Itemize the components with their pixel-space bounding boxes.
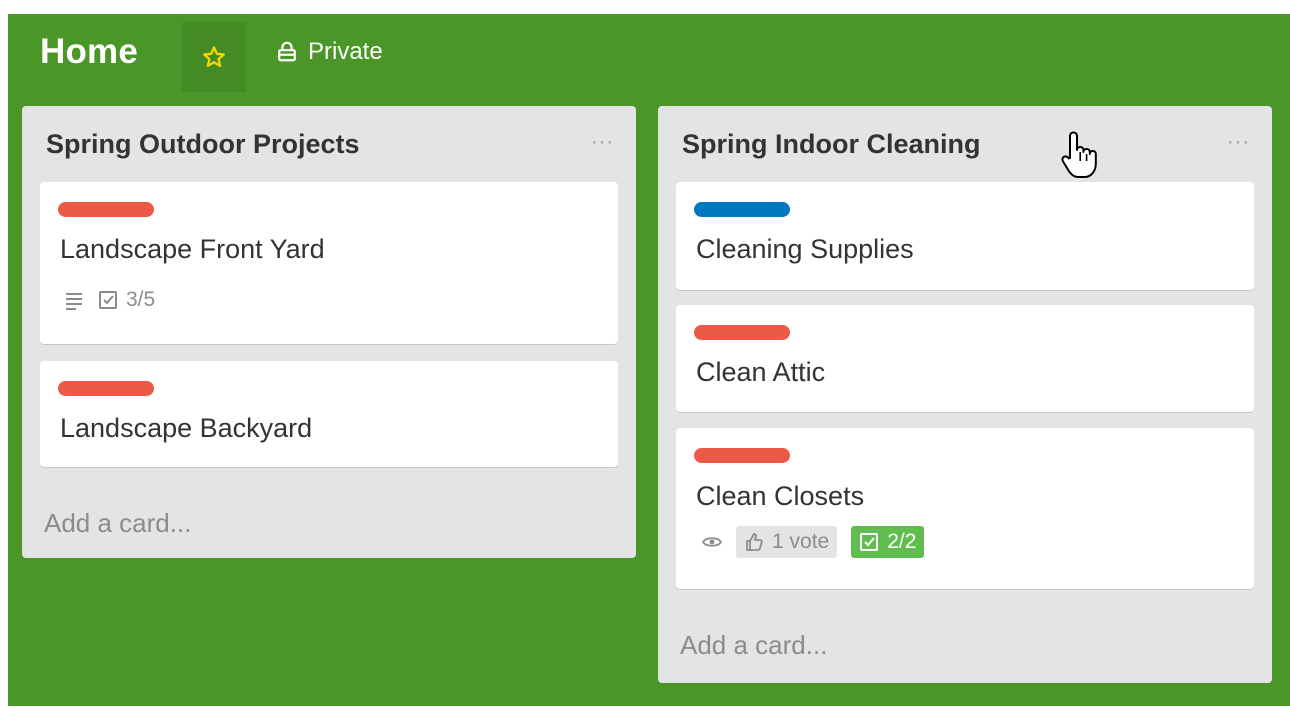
- card-label: [694, 202, 790, 217]
- card-title: Clean Closets: [696, 481, 865, 511]
- card-label: [58, 202, 154, 217]
- thumbs-up-icon: [746, 533, 763, 551]
- list-header: Spring Indoor Cleaning ···: [682, 126, 1252, 166]
- list-menu-button[interactable]: ···: [1227, 132, 1250, 152]
- card-clean-closets[interactable]: Clean Closets 1 vote 2/2: [676, 428, 1254, 589]
- card-badges: 3/5: [64, 288, 155, 312]
- list-title[interactable]: Spring Indoor Cleaning: [682, 126, 1252, 162]
- checklist-count: 3/5: [126, 288, 156, 311]
- card-label: [58, 381, 154, 396]
- board-title[interactable]: Home: [40, 32, 138, 72]
- card-label: [694, 448, 790, 463]
- card-title: Clean Attic: [696, 357, 826, 387]
- list-header: Spring Outdoor Projects ···: [46, 126, 616, 166]
- card-cleaning-supplies[interactable]: Cleaning Supplies: [676, 182, 1254, 290]
- list-spring-outdoor-projects: Spring Outdoor Projects ··· Landscape Fr…: [22, 106, 636, 558]
- list-spring-indoor-cleaning: Spring Indoor Cleaning ··· Cleaning Supp…: [658, 106, 1272, 683]
- eye-icon: [702, 537, 722, 547]
- card-landscape-backyard[interactable]: Landscape Backyard: [40, 361, 618, 467]
- visibility-label: Private: [308, 38, 383, 65]
- lock-icon: [278, 41, 296, 62]
- card-title: Cleaning Supplies: [696, 234, 914, 264]
- checklist-count: 2/2: [887, 530, 917, 553]
- card-title: Landscape Front Yard: [60, 234, 325, 264]
- add-card-link[interactable]: Add a card...: [680, 630, 827, 661]
- checklist-badge-complete: 2/2: [851, 526, 925, 558]
- description-icon: [66, 293, 82, 310]
- add-card-link[interactable]: Add a card...: [44, 508, 191, 539]
- visibility-button[interactable]: Private: [276, 38, 383, 66]
- checkbox-icon: [860, 533, 879, 551]
- card-label: [694, 325, 790, 340]
- board-header: Home Private: [8, 14, 1290, 102]
- star-icon: [203, 46, 225, 67]
- description-badge: [64, 290, 84, 310]
- card-landscape-front-yard[interactable]: Landscape Front Yard 3/5: [40, 182, 618, 344]
- checkbox-icon: [99, 291, 117, 309]
- vote-badge[interactable]: 1 vote: [736, 526, 838, 558]
- list-menu-button[interactable]: ···: [591, 132, 614, 152]
- card-badges: 1 vote 2/2: [702, 526, 925, 558]
- star-button[interactable]: [182, 22, 246, 92]
- card-title: Landscape Backyard: [60, 413, 313, 443]
- list-title[interactable]: Spring Outdoor Projects: [46, 126, 616, 162]
- checklist-badge: 3/5: [98, 288, 155, 312]
- vote-count: 1 vote: [772, 530, 830, 553]
- watch-badge: [702, 532, 722, 552]
- card-clean-attic[interactable]: Clean Attic: [676, 305, 1254, 412]
- board: Home Private Spring Outdoor Projects ···…: [8, 14, 1290, 706]
